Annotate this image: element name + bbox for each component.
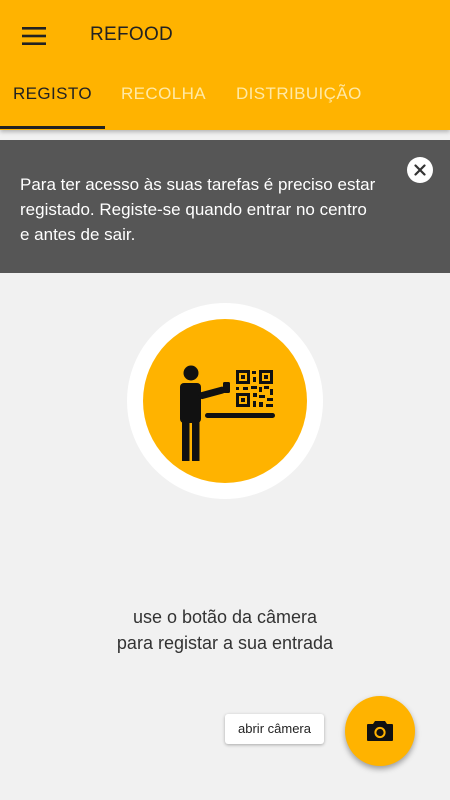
camera-fab-button[interactable] [345, 696, 415, 766]
active-tab-indicator [0, 126, 105, 129]
illustration-background [143, 319, 307, 483]
tab-bar: REGISTO RECOLHA DISTRIBUIÇÃO [0, 70, 450, 130]
open-camera-label[interactable]: abrir câmera [225, 714, 324, 744]
person-scanning-qr-icon [180, 365, 275, 461]
info-banner: Para ter acesso às suas tarefas é precis… [0, 140, 450, 273]
menu-button[interactable] [14, 18, 54, 54]
tab-distribuicao[interactable]: DISTRIBUIÇÃO [236, 70, 362, 128]
banner-message: Para ter acesso às suas tarefas é precis… [20, 175, 376, 244]
instruction-text: use o botão da câmera para registar a su… [0, 604, 450, 656]
instruction-line-1: use o botão da câmera [132, 607, 318, 627]
illustration-circle [127, 303, 323, 499]
instruction-line-2: para registar a sua entrada [116, 633, 334, 653]
hamburger-menu-icon [22, 27, 46, 45]
tab-registo[interactable]: REGISTO [13, 70, 92, 128]
close-icon [414, 164, 426, 176]
banner-close-button[interactable] [407, 157, 433, 183]
app-bar: REFOOD REGISTO RECOLHA DISTRIBUIÇÃO [0, 0, 450, 130]
camera-icon [367, 721, 393, 741]
tab-recolha[interactable]: RECOLHA [121, 70, 206, 128]
app-title: REFOOD [90, 24, 174, 45]
